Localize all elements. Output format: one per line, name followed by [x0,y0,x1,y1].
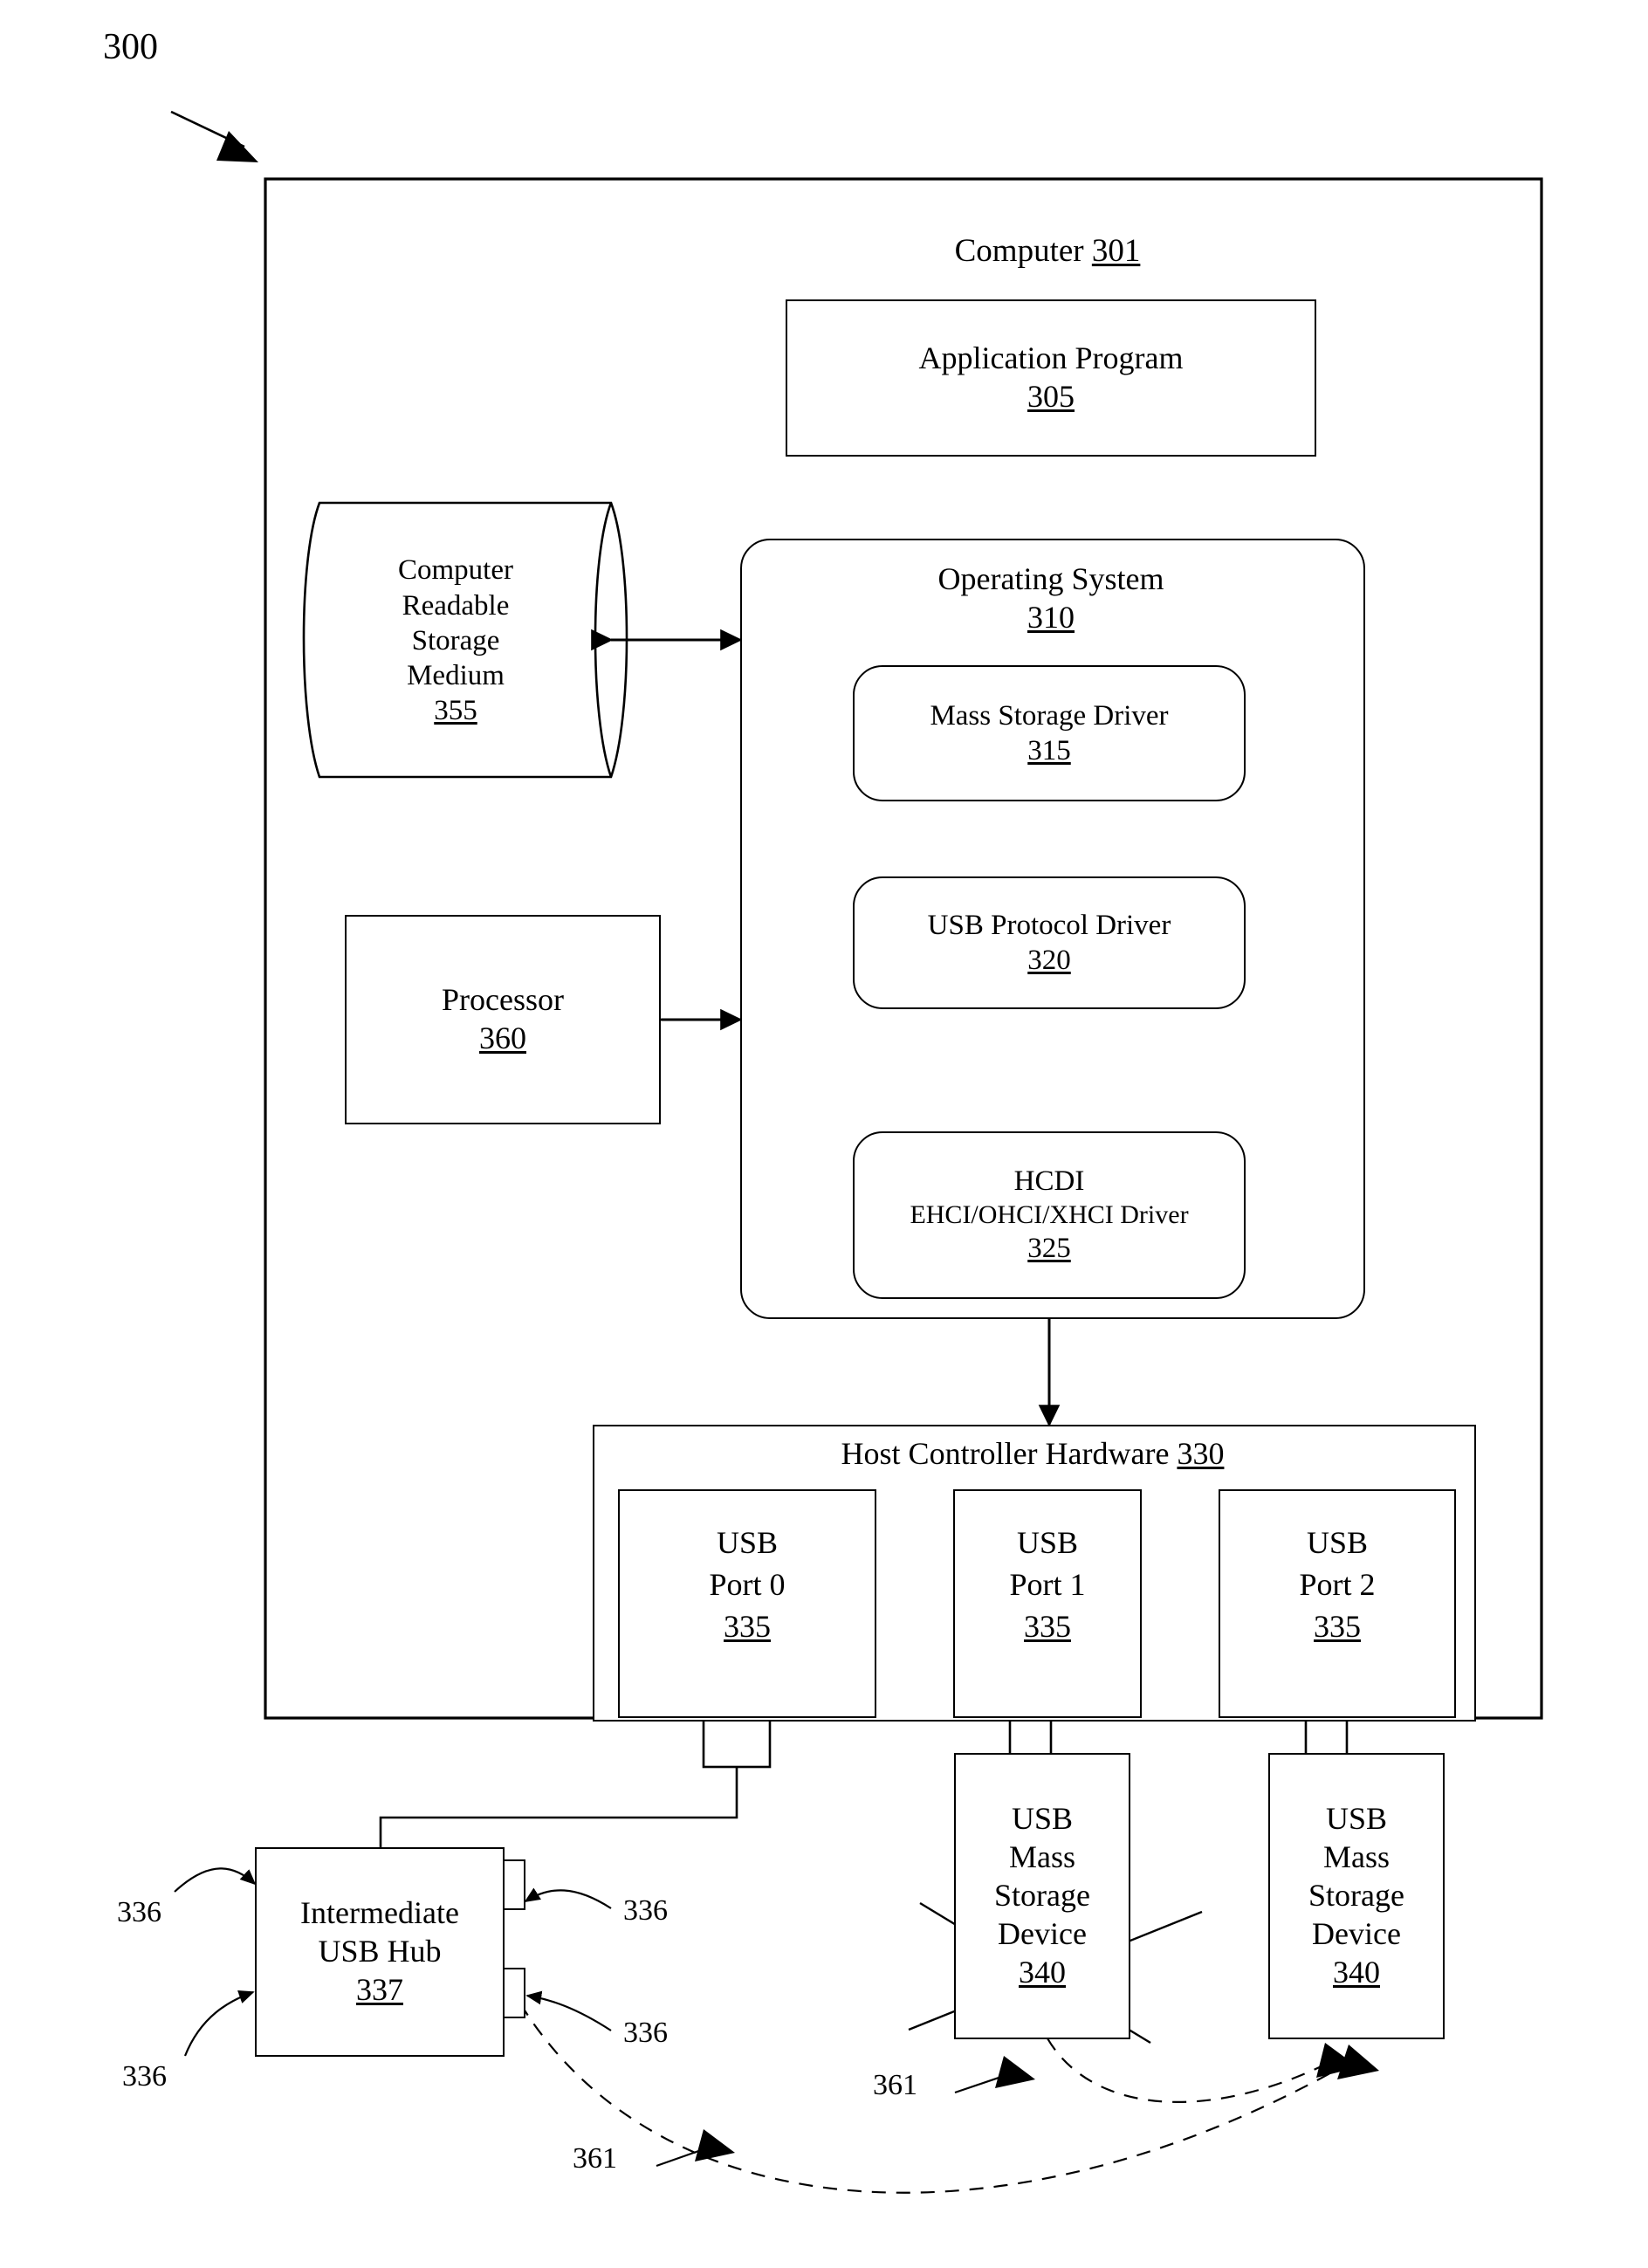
device-1-line2: Mass [1008,1839,1075,1875]
hcdi-driver-ref: 325 [1027,1233,1071,1265]
figure-number: 300 [103,27,158,67]
processor-ref: 360 [479,1021,526,1055]
usb-port-0-line1: USB [716,1525,779,1560]
device-1-ref: 340 [1019,1954,1066,1990]
hub-line1: Intermediate [300,1895,459,1931]
usb-mass-storage-device-2[interactable]: USB Mass Storage Device 340 [1268,1753,1445,2039]
storage-medium-ref: 355 [434,695,477,727]
hub-port-label-4: 336 [623,2017,668,2049]
processor-box[interactable]: Processor 360 [345,915,661,1124]
device-1-line1: USB [1011,1801,1074,1837]
port2-cable [1304,1718,1349,1753]
hcdi-driver-label: HCDI [1013,1165,1085,1198]
figure-number-leader [170,110,258,162]
usb-port-1-line2: Port 1 [1009,1566,1086,1602]
device-2-line1: USB [1325,1801,1388,1837]
mass-storage-driver-box[interactable]: Mass Storage Driver 315 [853,665,1246,801]
hub-port-label-2: 336 [122,2060,167,2093]
usb-port-0-ref: 335 [724,1608,771,1644]
host-controller-label: Host Controller Hardware [841,1436,1170,1472]
usb-port-2-box[interactable]: USB Port 2 335 [1219,1489,1456,1718]
hub-line2: USB Hub [318,1934,442,1969]
device-2-line4: Device [1312,1915,1401,1951]
usb-port-1-line1: USB [1016,1525,1079,1560]
host-controller-title: Host Controller Hardware 330 [602,1432,1463,1477]
usb-port-2-line1: USB [1306,1525,1369,1560]
migration-label-leaders [656,2056,1035,2168]
application-program-label: Application Program [918,340,1184,376]
hcdi-driver-box[interactable]: HCDI EHCI/OHCI/XHCI Driver 325 [853,1131,1246,1299]
figure-canvas: 300 Computer 301 Application Program 305… [0,0,1648,2268]
usb-protocol-driver-box[interactable]: USB Protocol Driver 320 [853,876,1246,1009]
host-controller-ref: 330 [1177,1436,1225,1472]
migration-label-1: 361 [873,2069,917,2101]
usb-port-2-ref: 335 [1314,1608,1361,1644]
mass-storage-driver-label: Mass Storage Driver [930,699,1169,732]
storage-medium-line3: Storage [411,624,500,656]
migration-curve-device-to-device [1047,2038,1358,2103]
usb-port-1-ref: 335 [1024,1608,1071,1644]
usb-port-2-line2: Port 2 [1299,1566,1376,1602]
computer-ref: 301 [1091,233,1141,270]
computer-title: Computer 301 [751,229,1344,274]
migration-label-2: 361 [573,2142,617,2175]
usb-protocol-driver-label: USB Protocol Driver [927,909,1171,941]
storage-medium-line4: Medium [407,660,505,692]
operating-system-ref: 310 [1027,600,1075,635]
computer-title-label: Computer [954,233,1084,270]
usb-port-1-box[interactable]: USB Port 1 335 [953,1489,1142,1718]
intermediate-usb-hub-box[interactable]: Intermediate USB Hub 337 [255,1847,505,2057]
application-program-box[interactable]: Application Program 305 [786,299,1316,457]
device-1-line3: Storage [994,1878,1090,1914]
hcdi-driver-sublabel: EHCI/OHCI/XHCI Driver [910,1199,1189,1229]
device-1-line4: Device [998,1915,1087,1951]
operating-system-label: Operating System [937,561,1164,597]
processor-label: Processor [442,982,564,1018]
device-2-ref: 340 [1333,1954,1380,1990]
usb-mass-storage-device-1[interactable]: USB Mass Storage Device 340 [954,1753,1130,2039]
port1-cable [1008,1718,1053,1753]
hub-port-label-1: 336 [117,1896,161,1928]
storage-medium-line1: Computer [398,554,513,587]
usb-port-0-box[interactable]: USB Port 0 335 [618,1489,876,1718]
device-2-line3: Storage [1308,1878,1404,1914]
device-2-line2: Mass [1322,1839,1390,1875]
storage-medium-line2: Readable [402,589,510,622]
operating-system-title: Operating System 310 [751,557,1351,641]
storage-medium-box[interactable]: Computer Readable Storage Medium 355 [325,506,587,775]
hub-ref: 337 [356,1971,403,2007]
mass-storage-driver-ref: 315 [1027,735,1071,766]
hub-port-label-3: 336 [623,1894,668,1927]
application-program-ref: 305 [1027,379,1075,414]
usb-protocol-driver-ref: 320 [1027,945,1071,976]
usb-port-0-line2: Port 0 [709,1566,786,1602]
